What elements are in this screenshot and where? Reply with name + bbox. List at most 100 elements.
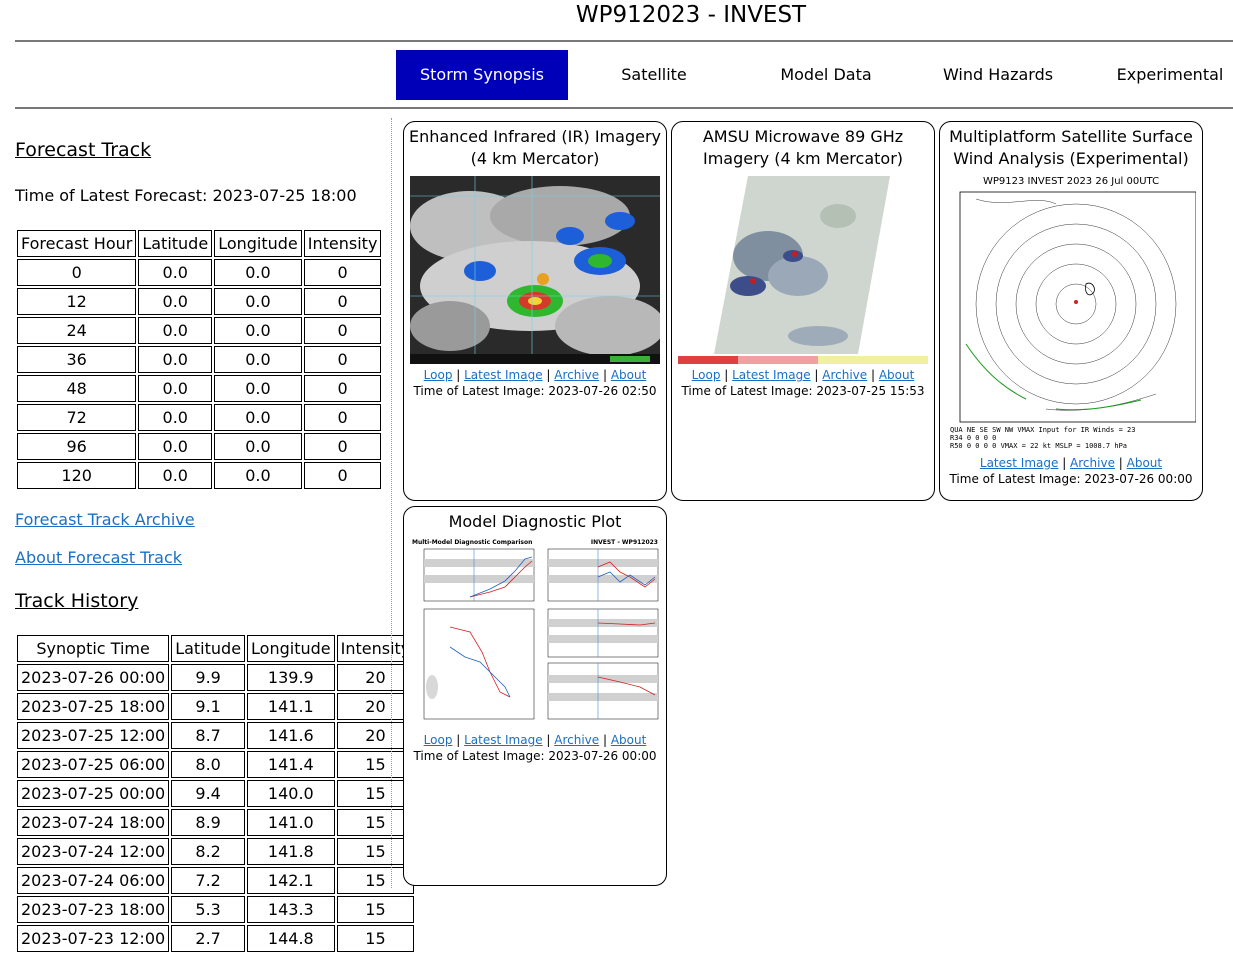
table-cell: 0 <box>303 375 382 402</box>
loop-link[interactable]: Loop <box>692 368 721 382</box>
model-image-header-left: Multi-Model Diagnostic Comparison <box>412 539 532 546</box>
main-nav: Storm Synopsis Satellite Model Data Wind… <box>396 50 1233 100</box>
table-cell: 0.0 <box>138 433 213 460</box>
table-cell: 0 <box>17 259 137 286</box>
forecast-track-table: Forecast Hour Latitude Longitude Intensi… <box>15 228 383 491</box>
column-header: Synoptic Time <box>17 635 170 662</box>
table-cell: 0.0 <box>138 346 213 373</box>
table-cell: 144.8 <box>247 925 335 952</box>
about-link[interactable]: About <box>611 368 646 382</box>
table-cell: 48 <box>17 375 137 402</box>
table-cell: 120 <box>17 462 137 489</box>
table-cell: 0 <box>303 317 382 344</box>
ir-imagery-card: Enhanced Infrared (IR) Imagery (4 km Mer… <box>403 121 667 501</box>
table-cell: 142.1 <box>247 867 335 894</box>
archive-link[interactable]: Archive <box>554 733 599 747</box>
about-link[interactable]: About <box>879 368 914 382</box>
table-row: 12 0.0 0.0 0 <box>17 288 382 315</box>
table-cell: 143.3 <box>247 896 335 923</box>
table-cell: 140.0 <box>247 780 335 807</box>
about-link[interactable]: About <box>1127 456 1162 470</box>
column-header: Forecast Hour <box>17 230 137 257</box>
table-cell: 0.0 <box>138 404 213 431</box>
card-title: Multiplatform Satellite Surface Wind Ana… <box>949 127 1193 168</box>
table-row: 2023-07-25 18:00 9.1 141.1 20 <box>17 693 415 720</box>
track-history-heading: Track History <box>15 590 139 612</box>
nav-rule <box>15 107 1233 109</box>
table-cell: 72 <box>17 404 137 431</box>
latest-image-link[interactable]: Latest Image <box>464 368 542 382</box>
archive-link[interactable]: Archive <box>1070 456 1115 470</box>
table-row: 72 0.0 0.0 0 <box>17 404 382 431</box>
forecast-track-archive-link[interactable]: Forecast Track Archive <box>15 510 195 529</box>
table-cell: 7.2 <box>171 867 246 894</box>
latest-image-link[interactable]: Latest Image <box>732 368 810 382</box>
table-cell: 141.1 <box>247 693 335 720</box>
card-title: Model Diagnostic Plot <box>448 512 622 531</box>
card-links: Loop | Latest Image | Archive | About <box>423 733 647 747</box>
latest-image-link[interactable]: Latest Image <box>980 456 1058 470</box>
card-title: AMSU Microwave 89 GHz Imagery (4 km Merc… <box>702 127 904 168</box>
amsu-imagery-card: AMSU Microwave 89 GHz Imagery (4 km Merc… <box>671 121 935 501</box>
tab-satellite[interactable]: Satellite <box>568 50 740 100</box>
table-cell: 36 <box>17 346 137 373</box>
table-cell: 15 <box>336 896 415 923</box>
top-rule <box>15 40 1233 42</box>
tab-storm-synopsis[interactable]: Storm Synopsis <box>396 50 568 100</box>
model-diagnostic-image[interactable]: Multi-Model Diagnostic Comparison INVEST… <box>410 537 660 729</box>
table-row: 2023-07-25 12:00 8.7 141.6 20 <box>17 722 415 749</box>
latest-image-link[interactable]: Latest Image <box>464 733 542 747</box>
wind-analysis-image[interactable]: WP9123 INVEST 2023 26 Jul 00UTC QUA NE S… <box>946 174 1196 452</box>
column-header: Longitude <box>214 230 302 257</box>
tab-experimental[interactable]: Experimental <box>1084 50 1233 100</box>
table-cell: 0.0 <box>138 375 213 402</box>
table-cell: 0.0 <box>214 404 302 431</box>
table-cell: 139.9 <box>247 664 335 691</box>
table-cell: 2023-07-24 06:00 <box>17 867 170 894</box>
column-header: Longitude <box>247 635 335 662</box>
track-history-table: Synoptic Time Latitude Longitude Intensi… <box>15 633 416 954</box>
forecast-latest-time: Time of Latest Forecast: 2023-07-25 18:0… <box>15 186 357 205</box>
amsu-microwave-image[interactable] <box>678 176 928 364</box>
table-row: 2023-07-24 12:00 8.2 141.8 15 <box>17 838 415 865</box>
page-title: WP912023 - INVEST <box>575 2 807 28</box>
model-image-header-right: INVEST - WP912023 <box>591 539 658 546</box>
table-cell: 2023-07-25 06:00 <box>17 751 170 778</box>
tab-wind-hazards[interactable]: Wind Hazards <box>912 50 1084 100</box>
table-cell: 0.0 <box>214 433 302 460</box>
table-row: 2023-07-25 06:00 8.0 141.4 15 <box>17 751 415 778</box>
table-row: 0 0.0 0.0 0 <box>17 259 382 286</box>
tab-model-data[interactable]: Model Data <box>740 50 912 100</box>
table-cell: 12 <box>17 288 137 315</box>
table-cell: 9.1 <box>171 693 246 720</box>
card-links: Loop | Latest Image | Archive | About <box>691 368 915 382</box>
table-cell: 0.0 <box>214 259 302 286</box>
table-cell: 9.9 <box>171 664 246 691</box>
column-header: Intensity <box>303 230 382 257</box>
card-links: Latest Image | Archive | About <box>979 456 1163 470</box>
table-header-row: Forecast Hour Latitude Longitude Intensi… <box>17 230 382 257</box>
column-divider <box>391 118 392 888</box>
loop-link[interactable]: Loop <box>424 733 453 747</box>
loop-link[interactable]: Loop <box>424 368 453 382</box>
table-cell: 2023-07-26 00:00 <box>17 664 170 691</box>
table-cell: 8.9 <box>171 809 246 836</box>
about-forecast-track-link[interactable]: About Forecast Track <box>15 548 182 567</box>
table-cell: 2023-07-25 12:00 <box>17 722 170 749</box>
column-header: Latitude <box>138 230 213 257</box>
model-diagnostic-card: Model Diagnostic Plot Multi-Model Diagno… <box>403 506 667 886</box>
latest-image-time: Time of Latest Image: 2023-07-26 02:50 <box>413 384 657 398</box>
table-row: 2023-07-24 18:00 8.9 141.0 15 <box>17 809 415 836</box>
ir-satellite-image[interactable] <box>410 176 660 364</box>
table-cell: 141.4 <box>247 751 335 778</box>
table-cell: 24 <box>17 317 137 344</box>
table-cell: 0 <box>303 346 382 373</box>
table-cell: 141.6 <box>247 722 335 749</box>
table-cell: 0 <box>303 404 382 431</box>
table-row: 2023-07-23 12:00 2.7 144.8 15 <box>17 925 415 952</box>
archive-link[interactable]: Archive <box>822 368 867 382</box>
archive-link[interactable]: Archive <box>554 368 599 382</box>
table-row: 2023-07-23 18:00 5.3 143.3 15 <box>17 896 415 923</box>
table-cell: 0 <box>303 288 382 315</box>
about-link[interactable]: About <box>611 733 646 747</box>
